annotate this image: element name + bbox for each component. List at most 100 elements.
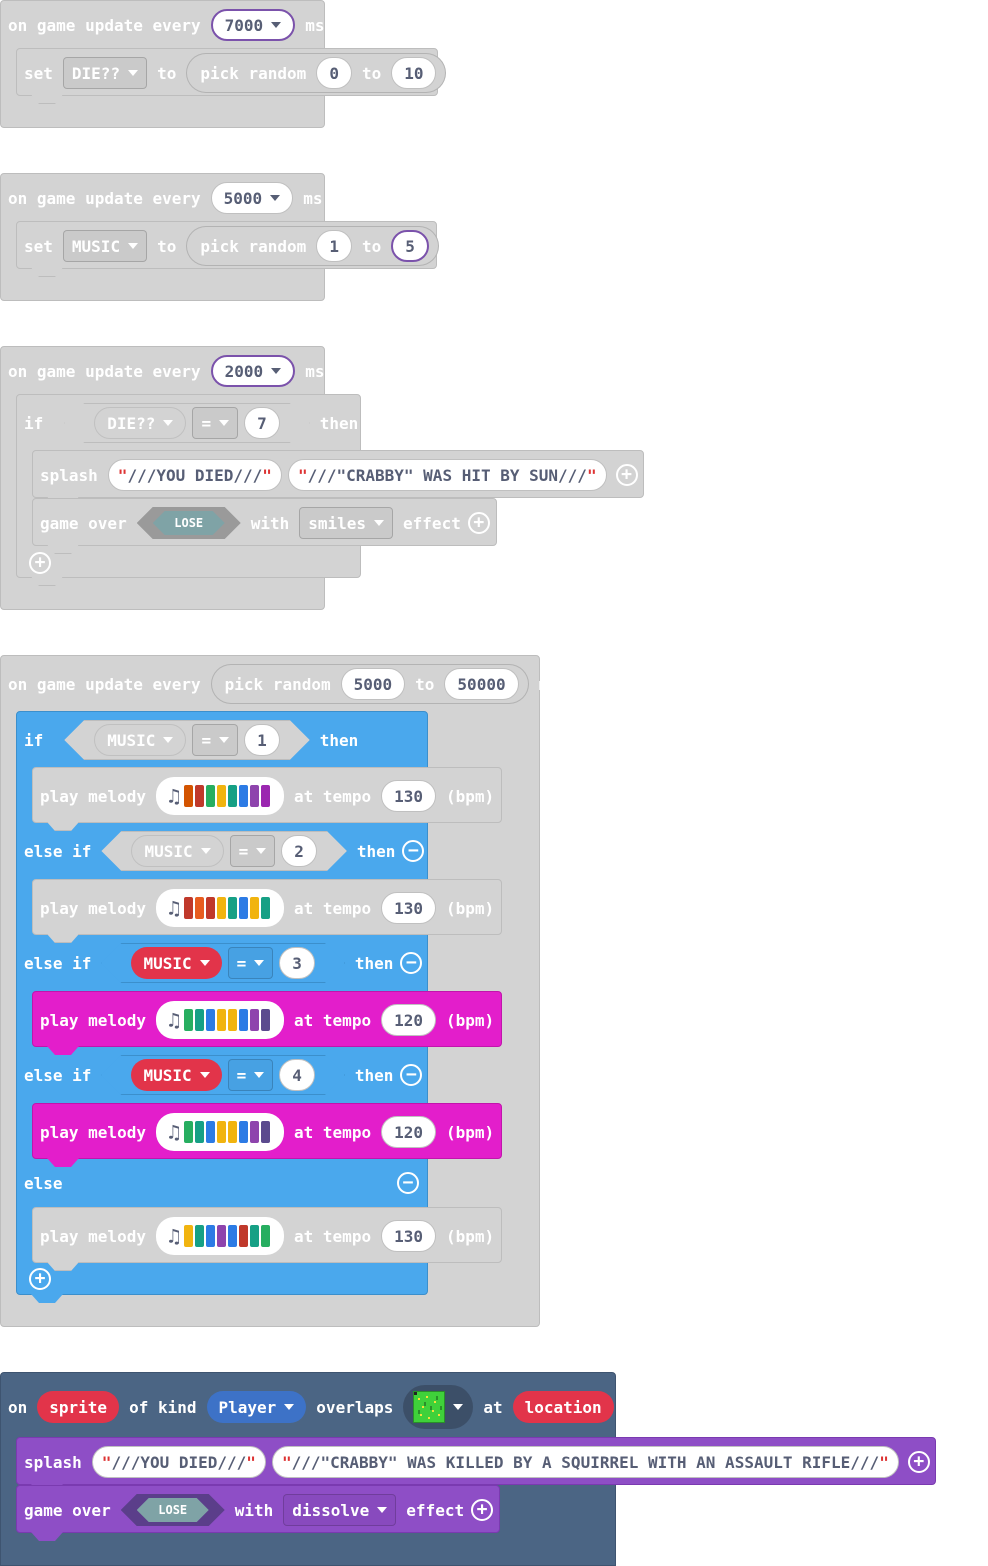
- melody-editor[interactable]: ♫: [155, 889, 285, 927]
- splash-block[interactable]: splash "///YOU DIED///" "///"CRABBY" WAS…: [32, 450, 644, 506]
- title-text: ///YOU DIED///: [111, 1452, 247, 1472]
- splash-subtitle-input[interactable]: "///"CRABBY" WAS KILLED BY A SQUIRREL WI…: [271, 1446, 899, 1478]
- pick-random-label: pick random: [200, 236, 307, 256]
- minus-icon[interactable]: −: [400, 952, 423, 974]
- win-lose-toggle[interactable]: LOSE: [137, 507, 241, 539]
- variable-dropdown[interactable]: MUSIC: [62, 230, 148, 262]
- tempo-input[interactable]: 130: [381, 1220, 436, 1252]
- melody-editor[interactable]: ♫: [155, 777, 285, 815]
- variable-reporter[interactable]: MUSIC: [131, 1059, 221, 1091]
- melody-note-bar: [195, 1121, 205, 1143]
- location-variable[interactable]: location: [512, 1391, 614, 1423]
- else-if-label: else if: [24, 953, 92, 973]
- variable-dropdown[interactable]: DIE??: [62, 57, 148, 89]
- compare-block[interactable]: MUSIC = 4: [101, 1055, 344, 1095]
- max-input[interactable]: 50000: [444, 668, 519, 700]
- plus-icon[interactable]: +: [615, 464, 638, 486]
- pick-random-block[interactable]: pick random 1 to 5: [186, 226, 439, 266]
- set-variable-block[interactable]: set MUSIC to pick random 1 to 5: [16, 221, 439, 277]
- play-melody-block[interactable]: play melody ♫ at tempo 120 (bpm): [32, 991, 502, 1055]
- set-variable-block[interactable]: set DIE?? to pick random 0 to 10: [16, 48, 447, 104]
- chevron-down-icon: [256, 848, 266, 854]
- tempo-input[interactable]: 130: [381, 780, 436, 812]
- splash-title-input[interactable]: "///YOU DIED///": [91, 1446, 266, 1478]
- compare-value-input[interactable]: 4: [279, 1059, 315, 1091]
- melody-note-bar: [217, 1121, 227, 1143]
- operator-dropdown[interactable]: =: [192, 724, 238, 756]
- operator-dropdown[interactable]: =: [192, 407, 238, 439]
- tempo-input[interactable]: 120: [381, 1004, 436, 1036]
- compare-block[interactable]: DIE?? = 7: [64, 403, 309, 443]
- melody-note-bar: [184, 1009, 194, 1031]
- plus-icon[interactable]: +: [29, 552, 51, 574]
- compare-block[interactable]: MUSIC = 2: [101, 831, 346, 871]
- interval-dropdown[interactable]: 2000: [210, 355, 296, 387]
- plus-icon[interactable]: +: [467, 512, 490, 534]
- tempo-input[interactable]: 120: [381, 1116, 436, 1148]
- melody-note-bar: [217, 1225, 227, 1247]
- game-over-label: game over: [40, 513, 127, 533]
- interval-dropdown[interactable]: 5000: [210, 182, 294, 214]
- melody-note-bar: [195, 1225, 205, 1247]
- minus-icon[interactable]: −: [400, 1064, 423, 1086]
- min-input[interactable]: 1: [316, 230, 352, 262]
- operator-dropdown[interactable]: =: [230, 835, 276, 867]
- operator-dropdown[interactable]: =: [228, 1059, 274, 1091]
- melody-editor[interactable]: ♫: [155, 1113, 285, 1151]
- pick-random-block[interactable]: pick random 5000 to 50000: [210, 664, 529, 704]
- play-melody-block[interactable]: play melody ♫ at tempo 130 (bpm): [32, 1207, 502, 1271]
- play-melody-block[interactable]: play melody ♫ at tempo 120 (bpm): [32, 1103, 502, 1167]
- pick-random-block[interactable]: pick random 0 to 10: [186, 53, 447, 93]
- melody-note-bar: [239, 1225, 249, 1247]
- min-input[interactable]: 5000: [340, 668, 406, 700]
- at-tempo-label: at tempo: [294, 1010, 372, 1030]
- compare-block[interactable]: MUSIC = 1: [64, 720, 309, 760]
- compare-value-input[interactable]: 1: [244, 724, 280, 756]
- melody-editor[interactable]: ♫: [155, 1001, 285, 1039]
- minus-icon[interactable]: −: [402, 840, 425, 862]
- splash-row: splash "///YOU DIED///" "///"CRABBY" WAS…: [33, 455, 644, 495]
- splash-subtitle-input[interactable]: "///"CRABBY" WAS HIT BY SUN///": [287, 459, 607, 491]
- variable-reporter[interactable]: MUSIC: [94, 724, 186, 756]
- melody-editor[interactable]: ♫: [155, 1217, 285, 1255]
- splash-block[interactable]: splash "///YOU DIED///" "///"CRABBY" WAS…: [16, 1437, 936, 1493]
- tile-picker[interactable]: [403, 1385, 474, 1429]
- minus-icon[interactable]: −: [397, 1172, 419, 1194]
- plus-icon[interactable]: +: [907, 1451, 930, 1473]
- compare-block[interactable]: MUSIC = 3: [101, 943, 344, 983]
- operator: =: [236, 1065, 247, 1085]
- effect-dropdown[interactable]: dissolve: [283, 1494, 397, 1526]
- win-lose-toggle[interactable]: LOSE: [121, 1494, 225, 1526]
- melody-note-bar: [206, 1225, 216, 1247]
- plus-icon[interactable]: +: [29, 1268, 51, 1290]
- plus-icon[interactable]: +: [471, 1499, 494, 1521]
- hat-row: on sprite of kind Player overlaps at loc…: [1, 1385, 617, 1429]
- if-label: if: [24, 730, 44, 750]
- kind-dropdown[interactable]: Player: [206, 1391, 307, 1423]
- compare-value-input[interactable]: 7: [244, 407, 280, 439]
- max-input[interactable]: 5: [391, 230, 429, 262]
- variable-reporter[interactable]: MUSIC: [131, 835, 223, 867]
- set-row: set MUSIC to pick random 1 to 5: [17, 226, 442, 266]
- min-input[interactable]: 0: [316, 57, 352, 89]
- play-melody-block[interactable]: play melody ♫ at tempo 130 (bpm): [32, 767, 502, 831]
- chevron-down-icon: [374, 520, 385, 526]
- melody-note-bar: [206, 1121, 216, 1143]
- splash-title-input[interactable]: "///YOU DIED///": [107, 459, 282, 491]
- interval-dropdown[interactable]: 7000: [210, 9, 296, 41]
- compare-value-input[interactable]: 3: [279, 947, 315, 979]
- play-melody-block[interactable]: play melody ♫ at tempo 130 (bpm): [32, 879, 502, 943]
- chevron-down-icon: [200, 960, 210, 966]
- max-input[interactable]: 10: [391, 57, 437, 89]
- tempo-input[interactable]: 130: [381, 892, 436, 924]
- melody-note-bar: [250, 1009, 260, 1031]
- compare-value-input[interactable]: 2: [281, 835, 317, 867]
- game-over-block[interactable]: game over LOSE with dissolve effect +: [16, 1485, 500, 1541]
- variable-reporter[interactable]: DIE??: [94, 407, 186, 439]
- variable-reporter[interactable]: MUSIC: [131, 947, 221, 979]
- melody-note-bar: [250, 1225, 260, 1247]
- game-over-block[interactable]: game over LOSE with smiles effect +: [32, 498, 497, 554]
- effect-dropdown[interactable]: smiles: [299, 507, 394, 539]
- operator-dropdown[interactable]: =: [228, 947, 274, 979]
- sprite-variable[interactable]: sprite: [37, 1391, 120, 1423]
